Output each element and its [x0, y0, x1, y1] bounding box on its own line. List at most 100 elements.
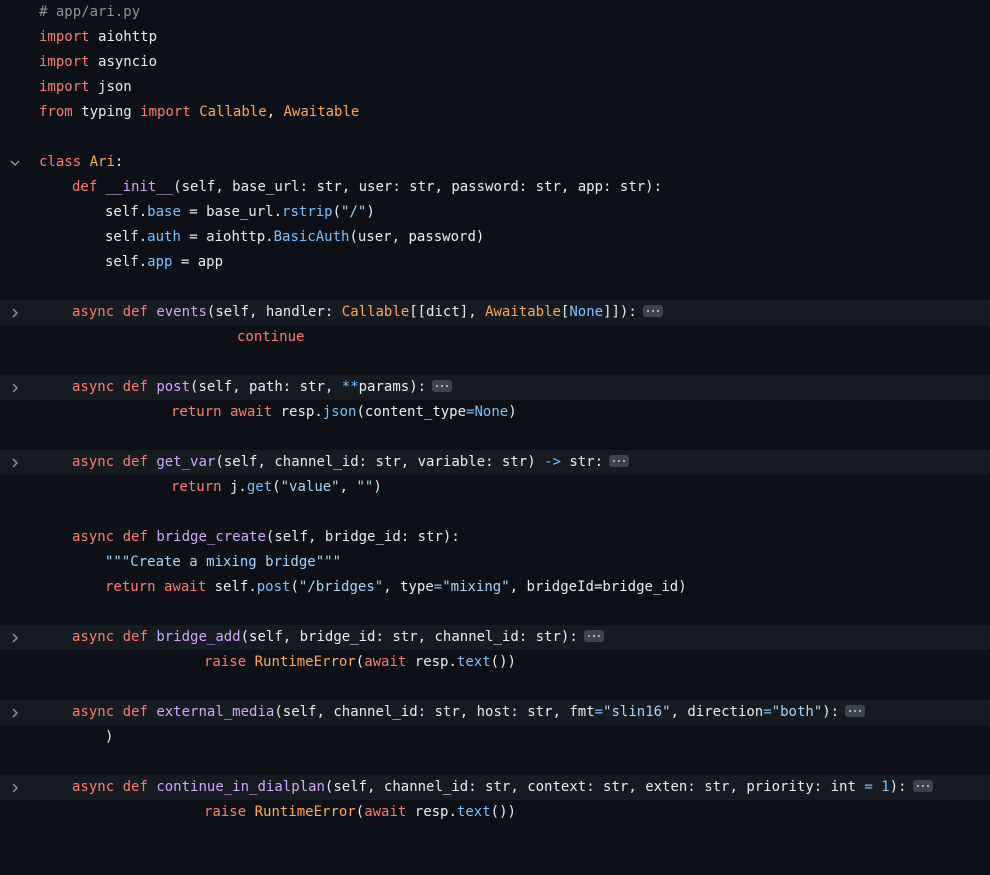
line-code: continue — [237, 325, 304, 350]
code-text: = aiohttp. — [180, 229, 274, 245]
string-literal: "value" — [280, 479, 340, 495]
function-name: bridge_add — [156, 629, 241, 645]
code-line-folded: async def continue_in_dialplan(self, cha… — [0, 775, 990, 800]
line-code: import json — [39, 75, 132, 100]
keyword-import: import — [39, 29, 90, 45]
attr-name: auth — [147, 229, 181, 245]
expand-folded-icon[interactable] — [912, 779, 933, 792]
line-code: async def continue_in_dialplan(self, cha… — [72, 775, 933, 800]
line-code: from typing import Callable, Awaitable — [39, 100, 359, 125]
code-text: (user, password) — [349, 229, 485, 245]
keyword-def: def — [122, 529, 148, 545]
params: (self, path: str, — [190, 379, 342, 395]
code-line: return j.get("value", "") — [0, 475, 990, 500]
type-name: Callable — [199, 104, 267, 120]
module-name: json — [98, 79, 132, 95]
module-name: typing — [81, 104, 132, 120]
code-line-folded: async def external_media(self, channel_i… — [0, 700, 990, 725]
expand-folded-icon[interactable] — [609, 454, 630, 467]
chevron-right-icon — [12, 632, 19, 643]
string-literal: "slin16" — [603, 704, 671, 720]
code-text: = app — [172, 254, 224, 270]
chevron-down-icon — [10, 159, 20, 166]
params: (self, channel_id: str, variable: str) — [215, 454, 545, 470]
operator: = — [864, 779, 873, 795]
keyword-def: def — [122, 454, 148, 470]
params: [[dict], — [409, 304, 486, 320]
chevron-right-icon — [12, 707, 19, 718]
expand-folded-icon[interactable] — [845, 704, 866, 717]
method-name: rstrip — [282, 204, 333, 220]
params: str: — [560, 454, 604, 470]
code-editor[interactable]: # app/ari.py import aiohttp import async… — [0, 0, 990, 832]
line-code: # app/ari.py — [39, 0, 140, 25]
keyword-async: async — [72, 379, 115, 395]
keyword-def: def — [72, 179, 98, 195]
fold-toggle[interactable] — [0, 775, 30, 800]
params: params): — [358, 379, 427, 395]
punct: ) — [373, 479, 382, 495]
keyword-async: async — [72, 529, 115, 545]
keyword-return: return — [105, 579, 156, 595]
line-code: return await self.post("/bridges", type=… — [105, 575, 687, 600]
params: (self, channel_id: str, context: str, ex… — [324, 779, 865, 795]
line-code: async def external_media(self, channel_i… — [72, 700, 866, 725]
code-text: = base_url. — [180, 204, 283, 220]
function-name: __init__ — [105, 179, 174, 195]
chevron-right-icon — [12, 457, 19, 468]
fold-toggle[interactable] — [0, 625, 30, 650]
fold-toggle[interactable] — [0, 300, 30, 325]
code-line: ) — [0, 725, 990, 750]
line-code: import asyncio — [39, 50, 157, 75]
code-text: resp. — [406, 804, 457, 820]
method-name: BasicAuth — [273, 229, 350, 245]
expand-folded-icon[interactable] — [432, 379, 453, 392]
fold-toggle[interactable] — [0, 375, 30, 400]
type-name: Callable — [341, 304, 410, 320]
fold-toggle[interactable] — [0, 450, 30, 475]
function-name: get_var — [156, 454, 216, 470]
code-text: self. — [206, 579, 257, 595]
code-text: j. — [221, 479, 247, 495]
code-text: , type — [383, 579, 434, 595]
code-line: raise RuntimeError(await resp.text()) — [0, 800, 990, 825]
keyword-def: def — [122, 779, 148, 795]
operator: = — [594, 704, 604, 720]
punct: ( — [355, 654, 365, 670]
chevron-right-icon — [12, 307, 19, 318]
line-code: raise RuntimeError(await resp.text()) — [204, 650, 516, 675]
keyword-import: import — [39, 54, 90, 70]
keyword-import: import — [39, 79, 90, 95]
keyword-async: async — [72, 779, 115, 795]
string-literal: "mixing" — [442, 579, 510, 595]
keyword-def: def — [122, 629, 148, 645]
function-name: bridge_create — [156, 529, 266, 545]
punct: ( — [272, 479, 281, 495]
code-line-folded: async def events(self, handler: Callable… — [0, 300, 990, 325]
line-code: self.app = app — [105, 254, 224, 270]
class-name: Ari — [89, 154, 115, 170]
expand-folded-icon[interactable] — [583, 629, 604, 642]
code-line: import aiohttp — [0, 25, 990, 50]
line-code: ) — [105, 725, 113, 750]
code-text: resp. — [406, 654, 457, 670]
line-code: self.auth = aiohttp.BasicAuth(user, pass… — [105, 229, 485, 245]
code-line: raise RuntimeError(await resp.text()) — [0, 650, 990, 675]
keyword-async: async — [72, 454, 115, 470]
keyword-import: import — [140, 104, 191, 120]
code-line-folded: async def get_var(self, channel_id: str,… — [0, 450, 990, 475]
keyword-await: await — [230, 404, 273, 420]
keyword-continue: continue — [237, 329, 305, 345]
keyword-async: async — [72, 629, 115, 645]
expand-folded-icon[interactable] — [642, 304, 663, 317]
line-code: return j.get("value", "") — [171, 475, 382, 500]
fold-toggle[interactable] — [0, 700, 30, 725]
line-code: async def bridge_add(self, bridge_id: st… — [72, 625, 604, 650]
method-name: post — [256, 579, 291, 595]
code-line-folded: async def bridge_add(self, bridge_id: st… — [0, 625, 990, 650]
fold-toggle[interactable] — [0, 150, 30, 175]
punct: ( — [290, 579, 299, 595]
params: , direction — [670, 704, 764, 720]
line-code: return await resp.json(content_type=None… — [171, 400, 517, 425]
keyword-raise: raise — [204, 654, 247, 670]
